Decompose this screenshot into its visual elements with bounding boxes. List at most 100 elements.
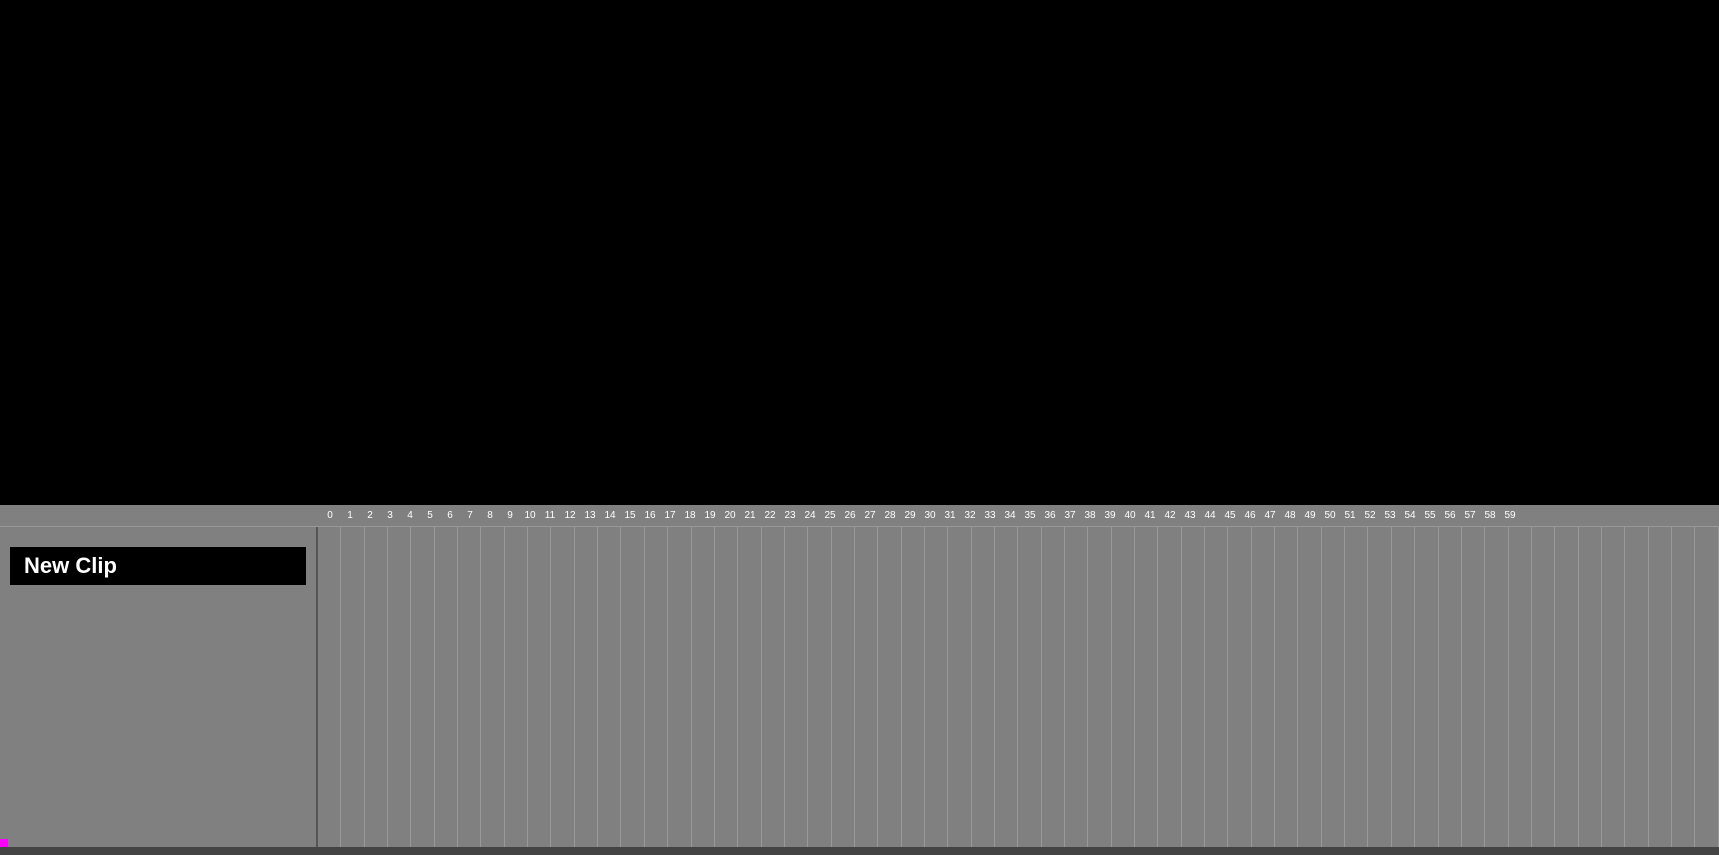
ruler-mark-47: 47 — [1260, 510, 1280, 521]
grid-column-45 — [1368, 527, 1391, 847]
ruler-mark-38: 38 — [1080, 510, 1100, 521]
ruler-mark-39: 39 — [1100, 510, 1120, 521]
grid-column-16 — [692, 527, 715, 847]
grid-column-25 — [902, 527, 925, 847]
ruler-mark-58: 58 — [1480, 510, 1500, 521]
grid-column-8 — [505, 527, 528, 847]
ruler-mark-26: 26 — [840, 510, 860, 521]
ruler-mark-24: 24 — [800, 510, 820, 521]
ruler-mark-51: 51 — [1340, 510, 1360, 521]
ruler-mark-12: 12 — [560, 510, 580, 521]
tracks-area: New Clip — [0, 527, 1719, 847]
grid-column-0 — [318, 527, 341, 847]
grid-column-10 — [551, 527, 574, 847]
track-grid — [318, 527, 1719, 847]
ruler-mark-7: 7 — [460, 510, 480, 521]
grid-column-49 — [1462, 527, 1485, 847]
grid-column-27 — [948, 527, 971, 847]
ruler-mark-50: 50 — [1320, 510, 1340, 521]
ruler-mark-25: 25 — [820, 510, 840, 521]
grid-column-36 — [1158, 527, 1181, 847]
video-preview-area — [0, 0, 1719, 505]
ruler-mark-54: 54 — [1400, 510, 1420, 521]
ruler-mark-21: 21 — [740, 510, 760, 521]
grid-column-46 — [1392, 527, 1415, 847]
ruler-mark-44: 44 — [1200, 510, 1220, 521]
ruler-mark-4: 4 — [400, 510, 420, 521]
ruler-mark-28: 28 — [880, 510, 900, 521]
ruler-mark-32: 32 — [960, 510, 980, 521]
grid-column-5 — [435, 527, 458, 847]
ruler-mark-2: 2 — [360, 510, 380, 521]
ruler-mark-55: 55 — [1420, 510, 1440, 521]
ruler-mark-40: 40 — [1120, 510, 1140, 521]
ruler-mark-42: 42 — [1160, 510, 1180, 521]
ruler-mark-5: 5 — [420, 510, 440, 521]
grid-column-26 — [925, 527, 948, 847]
grid-column-53 — [1555, 527, 1578, 847]
ruler-mark-34: 34 — [1000, 510, 1020, 521]
ruler-mark-41: 41 — [1140, 510, 1160, 521]
timeline-bottom-bar — [0, 847, 1719, 855]
ruler-mark-0: 0 — [320, 510, 340, 521]
grid-column-1 — [341, 527, 364, 847]
ruler-mark-33: 33 — [980, 510, 1000, 521]
ruler-mark-45: 45 — [1220, 510, 1240, 521]
grid-column-24 — [878, 527, 901, 847]
ruler-mark-16: 16 — [640, 510, 660, 521]
new-clip-button[interactable]: New Clip — [10, 547, 306, 585]
grid-column-54 — [1579, 527, 1602, 847]
grid-column-55 — [1602, 527, 1625, 847]
grid-column-43 — [1322, 527, 1345, 847]
ruler-mark-53: 53 — [1380, 510, 1400, 521]
ruler-mark-14: 14 — [600, 510, 620, 521]
grid-column-39 — [1228, 527, 1251, 847]
track-content-area[interactable] — [318, 527, 1719, 847]
grid-column-33 — [1088, 527, 1111, 847]
grid-column-51 — [1509, 527, 1532, 847]
ruler-mark-19: 19 — [700, 510, 720, 521]
ruler-mark-52: 52 — [1360, 510, 1380, 521]
grid-column-52 — [1532, 527, 1555, 847]
grid-column-18 — [738, 527, 761, 847]
grid-column-34 — [1112, 527, 1135, 847]
ruler-mark-43: 43 — [1180, 510, 1200, 521]
grid-column-2 — [365, 527, 388, 847]
ruler-mark-46: 46 — [1240, 510, 1260, 521]
grid-column-3 — [388, 527, 411, 847]
ruler-mark-30: 30 — [920, 510, 940, 521]
ruler-mark-56: 56 — [1440, 510, 1460, 521]
ruler-mark-31: 31 — [940, 510, 960, 521]
grid-column-56 — [1625, 527, 1648, 847]
grid-column-50 — [1485, 527, 1508, 847]
ruler-mark-3: 3 — [380, 510, 400, 521]
grid-column-21 — [808, 527, 831, 847]
ruler-mark-18: 18 — [680, 510, 700, 521]
ruler-mark-23: 23 — [780, 510, 800, 521]
ruler-mark-57: 57 — [1460, 510, 1480, 521]
ruler-mark-27: 27 — [860, 510, 880, 521]
ruler-mark-37: 37 — [1060, 510, 1080, 521]
grid-column-11 — [575, 527, 598, 847]
ruler-mark-49: 49 — [1300, 510, 1320, 521]
grid-column-48 — [1439, 527, 1462, 847]
ruler-mark-36: 36 — [1040, 510, 1060, 521]
grid-column-31 — [1042, 527, 1065, 847]
grid-column-37 — [1182, 527, 1205, 847]
ruler-mark-35: 35 — [1020, 510, 1040, 521]
ruler-mark-59: 59 — [1500, 510, 1520, 521]
ruler-mark-9: 9 — [500, 510, 520, 521]
grid-column-20 — [785, 527, 808, 847]
ruler-mark-15: 15 — [620, 510, 640, 521]
ruler-mark-1: 1 — [340, 510, 360, 521]
track-labels-panel: New Clip — [0, 527, 318, 847]
grid-column-42 — [1298, 527, 1321, 847]
grid-column-58 — [1672, 527, 1695, 847]
grid-column-6 — [458, 527, 481, 847]
ruler-mark-29: 29 — [900, 510, 920, 521]
ruler-marks: 0123456789101112131415161718192021222324… — [320, 510, 1520, 521]
grid-column-23 — [855, 527, 878, 847]
grid-column-14 — [645, 527, 668, 847]
grid-column-41 — [1275, 527, 1298, 847]
ruler-mark-13: 13 — [580, 510, 600, 521]
